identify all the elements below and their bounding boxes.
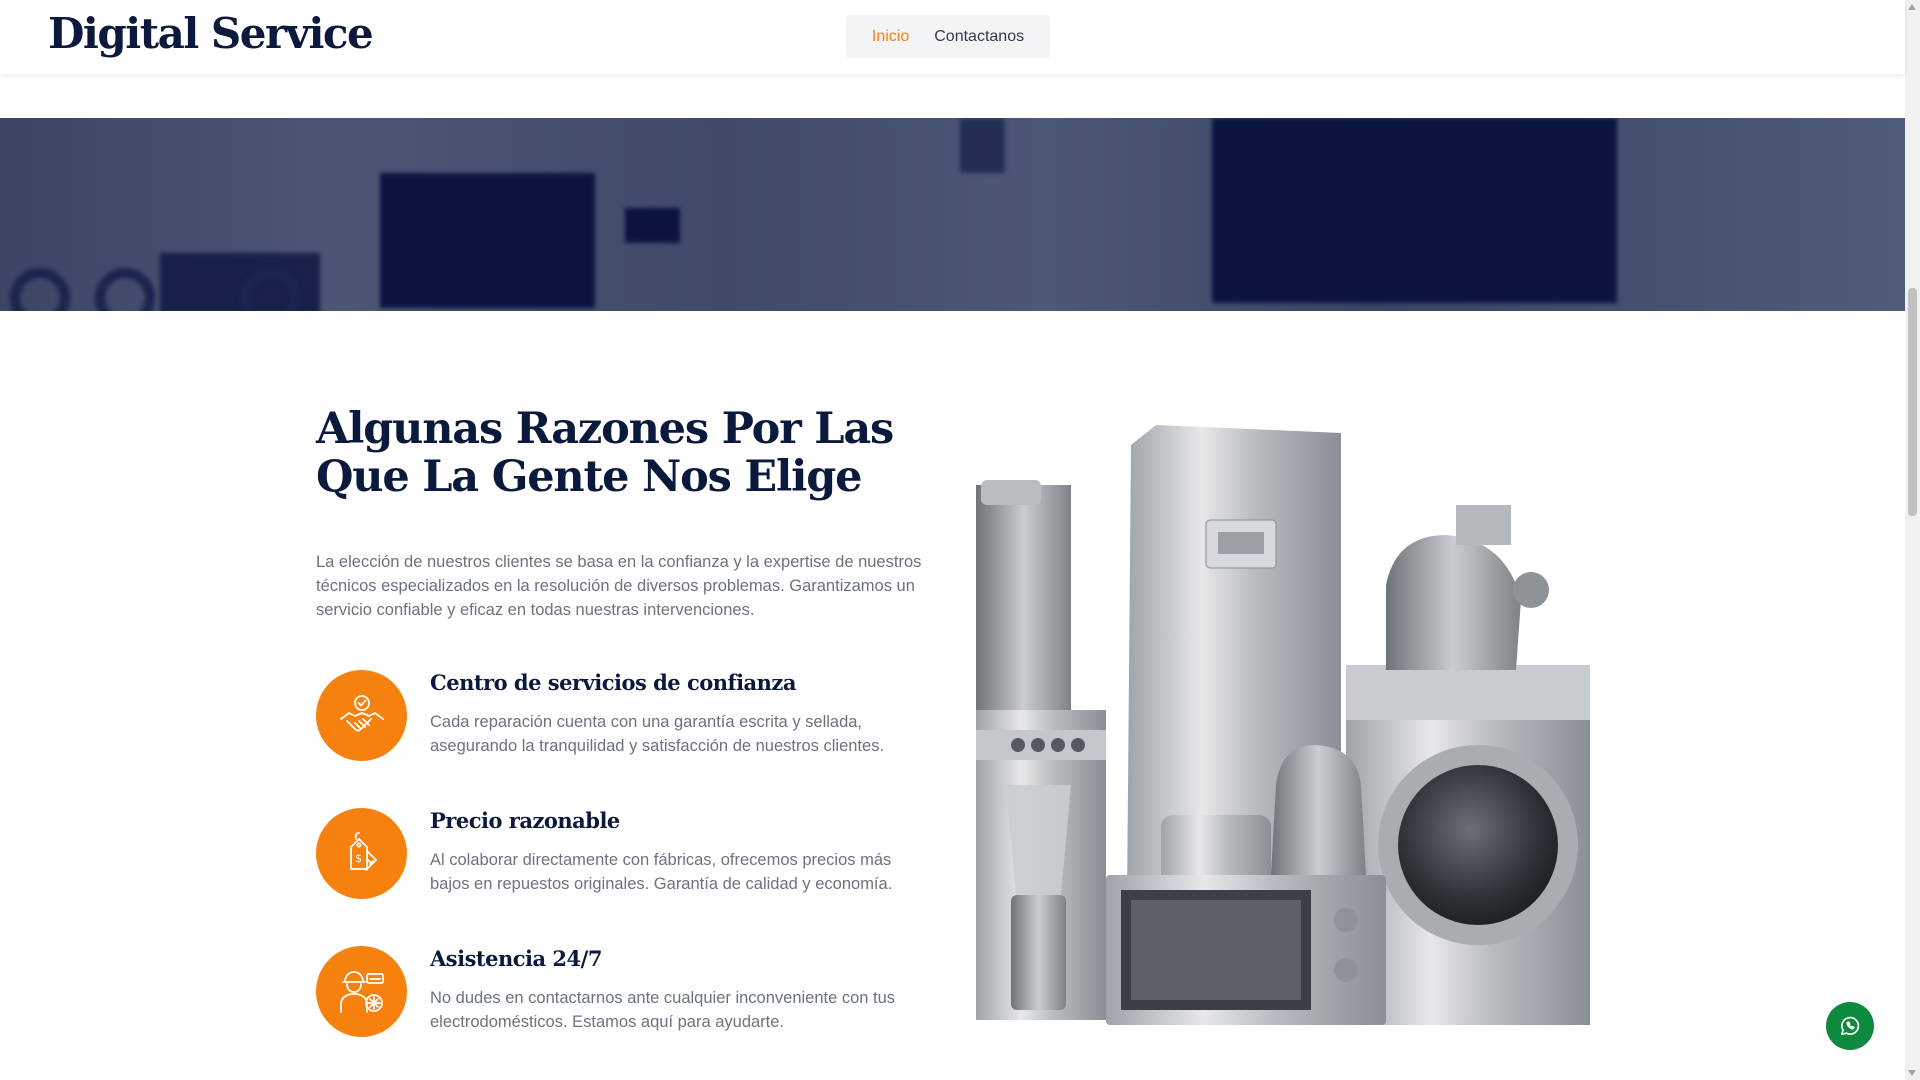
technician-icon (316, 946, 407, 1037)
scrollbar-thumb[interactable] (1908, 288, 1917, 516)
hero-banner (0, 118, 1905, 311)
feature-item: Centro de servicios de confianza Cada re… (316, 670, 936, 762)
scroll-up-arrow-icon[interactable] (1908, 4, 1916, 10)
scrollbar[interactable] (1905, 0, 1920, 1080)
section-intro: La elección de nuestros clientes se basa… (316, 553, 922, 619)
nav-item-contactanos[interactable]: Contactanos (934, 28, 1024, 46)
price-tag-icon: $ (316, 808, 407, 899)
appliances-image (976, 425, 1590, 1025)
feature-description: No dudes en contactarnos ante cualquier … (430, 989, 896, 1031)
scroll-down-arrow-icon[interactable] (1908, 1070, 1916, 1076)
brand-logo[interactable]: Digital Service (48, 9, 374, 58)
feature-item: Asistencia 24/7 No dudes en contactarnos… (316, 946, 936, 1038)
handshake-check-icon (316, 670, 407, 761)
site-header: Digital Service Inicio Contactanos (0, 0, 1905, 74)
whatsapp-icon (1840, 1016, 1860, 1036)
feature-item: $ Precio razonable Al colaborar directam… (316, 808, 936, 900)
section-title: Algunas Razones Por Las Que La Gente Nos… (316, 404, 894, 502)
whatsapp-button[interactable] (1826, 1002, 1874, 1050)
main-nav: Inicio Contactanos (846, 15, 1050, 58)
nav-item-inicio[interactable]: Inicio (872, 28, 909, 46)
feature-description: Cada reparación cuenta con una garantía … (430, 713, 885, 755)
feature-title: Centro de servicios de confianza (430, 670, 796, 695)
svg-text:$: $ (355, 852, 362, 865)
feature-title: Asistencia 24/7 (430, 946, 602, 971)
feature-description: Al colaborar directamente con fábricas, … (430, 851, 893, 893)
feature-title: Precio razonable (430, 808, 620, 833)
